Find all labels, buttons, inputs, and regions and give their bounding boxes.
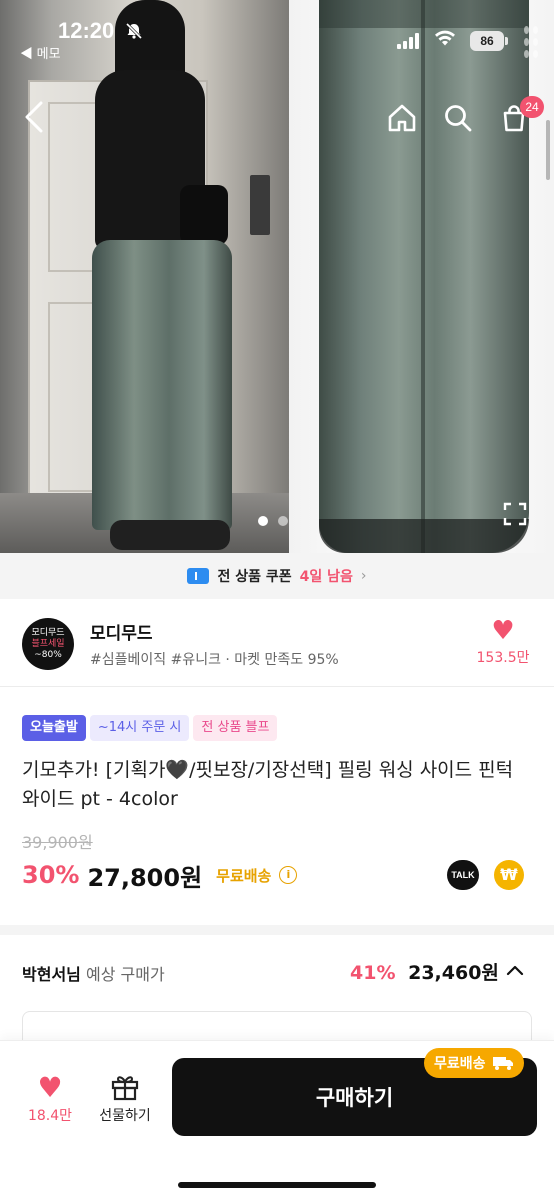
home-indicator[interactable] bbox=[178, 1182, 376, 1188]
coupon-remaining: 4일 남음 bbox=[299, 569, 353, 585]
bottom-action-bar: ♥ 18.4만 선물하기 구매하기 무료배송 bbox=[0, 1040, 554, 1200]
free-shipping-chip-label: 무료배송 bbox=[434, 1056, 486, 1072]
original-price: 39,900원 bbox=[22, 833, 93, 852]
store-row[interactable]: 모디무드 블프세일 ~80% 모디무드 #심플베이직 #유니크 · 마켓 만족도… bbox=[0, 599, 554, 687]
gallery-pager bbox=[258, 516, 288, 526]
discount-rate: 30% bbox=[22, 861, 80, 889]
status-bar: 12:20 ◀ 메모 86 bbox=[0, 0, 554, 62]
search-icon bbox=[445, 105, 472, 132]
pager-dot-active bbox=[258, 516, 268, 526]
free-shipping-label: 무료배송 bbox=[216, 866, 272, 885]
like-button[interactable]: ♥ 18.4만 bbox=[22, 1073, 78, 1125]
fullscreen-expand-icon[interactable] bbox=[502, 501, 528, 527]
coupon-banner[interactable]: 전 상품 쿠폰 4일 남음 › bbox=[0, 553, 554, 599]
heart-icon: ♥ bbox=[37, 1071, 63, 1104]
door-handle-graphic bbox=[250, 175, 270, 235]
coupon-banner-text: 전 상품 쿠폰 bbox=[217, 569, 292, 585]
product-photo-model[interactable] bbox=[0, 0, 289, 553]
member-price: 41% 23,460원 bbox=[350, 958, 499, 985]
more-dots-icon[interactable] bbox=[524, 26, 538, 62]
badge-sale: 전 상품 블프 bbox=[193, 715, 278, 741]
gift-button[interactable]: 선물하기 bbox=[92, 1073, 158, 1125]
member-price-value: 23,460원 bbox=[408, 962, 499, 984]
truck-icon bbox=[492, 1057, 513, 1070]
chevron-up-icon[interactable] bbox=[505, 961, 525, 981]
member-label: 예상 구매가 bbox=[85, 965, 165, 984]
battery-indicator: 86 bbox=[470, 31, 504, 51]
badge-order-cutoff: ~14시 주문 시 bbox=[89, 715, 190, 741]
home-button[interactable] bbox=[382, 98, 422, 138]
sale-price: 27,800원 bbox=[87, 863, 203, 892]
jeans-graphic bbox=[319, 0, 529, 553]
chevron-left-icon bbox=[25, 101, 43, 133]
pager-dot bbox=[278, 516, 288, 526]
store-logo[interactable]: 모디무드 블프세일 ~80% bbox=[22, 618, 74, 670]
member-name: 박현서님 bbox=[22, 965, 81, 984]
model-jeans-graphic bbox=[92, 240, 232, 530]
mute-bell-icon bbox=[125, 22, 143, 45]
store-tags: #심플베이직 #유니크 · 마켓 만족도 95% bbox=[90, 652, 339, 668]
status-time: 12:20 bbox=[58, 18, 115, 43]
model-bag-graphic bbox=[180, 185, 228, 245]
info-icon[interactable]: i bbox=[279, 866, 298, 884]
member-price-label: 박현서님 예상 구매가 bbox=[22, 961, 165, 985]
section-divider bbox=[0, 925, 554, 935]
like-count: 18.4만 bbox=[27, 1108, 73, 1124]
home-icon bbox=[388, 104, 416, 132]
price-row: 30% 27,800원 무료배송 i bbox=[22, 858, 298, 892]
product-title: 기모추가! [기획가🖤/핏보장/기장선택] 필링 워싱 사이드 핀턱 와이드 p… bbox=[22, 759, 514, 810]
heart-icon: ♥ bbox=[491, 616, 515, 646]
search-button[interactable] bbox=[438, 98, 478, 138]
product-badges: 오늘출발 ~14시 주문 시 전 상품 블프 bbox=[22, 715, 278, 741]
store-name[interactable]: 모디무드 bbox=[90, 619, 153, 644]
coupon-ticket-icon bbox=[187, 568, 210, 584]
jeans-seam bbox=[421, 0, 425, 553]
member-discount: 41% bbox=[350, 962, 396, 984]
store-logo-line3: ~80% bbox=[34, 649, 62, 660]
store-like-count: 153.5만 bbox=[476, 650, 530, 666]
gift-icon bbox=[111, 1076, 139, 1101]
gift-label: 선물하기 bbox=[99, 1108, 151, 1124]
back-button[interactable] bbox=[14, 97, 54, 137]
store-like-button[interactable]: ♥ 153.5만 bbox=[470, 616, 536, 667]
battery-tip bbox=[505, 37, 508, 45]
model-shoes-graphic bbox=[110, 520, 230, 550]
kakao-talk-icon[interactable]: TALK bbox=[447, 860, 479, 890]
free-shipping-chip: 무료배송 bbox=[424, 1048, 524, 1078]
cart-count-badge: 24 bbox=[520, 96, 544, 118]
store-logo-line2: 블프세일 bbox=[31, 638, 65, 649]
wifi-icon bbox=[434, 29, 456, 52]
jeans-cuff bbox=[319, 519, 529, 553]
member-price-row[interactable]: 박현서님 예상 구매가 41% 23,460원 bbox=[0, 935, 554, 1005]
badge-today-shipping: 오늘출발 bbox=[22, 715, 86, 741]
back-to-app-link[interactable]: ◀ 메모 bbox=[20, 43, 61, 62]
page-scrollbar[interactable] bbox=[546, 120, 550, 180]
store-logo-line1: 모디무드 bbox=[31, 627, 65, 638]
won-coin-icon[interactable]: ₩ bbox=[494, 860, 524, 890]
product-photo-jeans[interactable] bbox=[289, 0, 554, 553]
cellular-signal-icon bbox=[397, 33, 419, 49]
chevron-right-icon: › bbox=[360, 568, 367, 584]
product-image-gallery[interactable]: 12:20 ◀ 메모 86 24 bbox=[0, 0, 554, 553]
